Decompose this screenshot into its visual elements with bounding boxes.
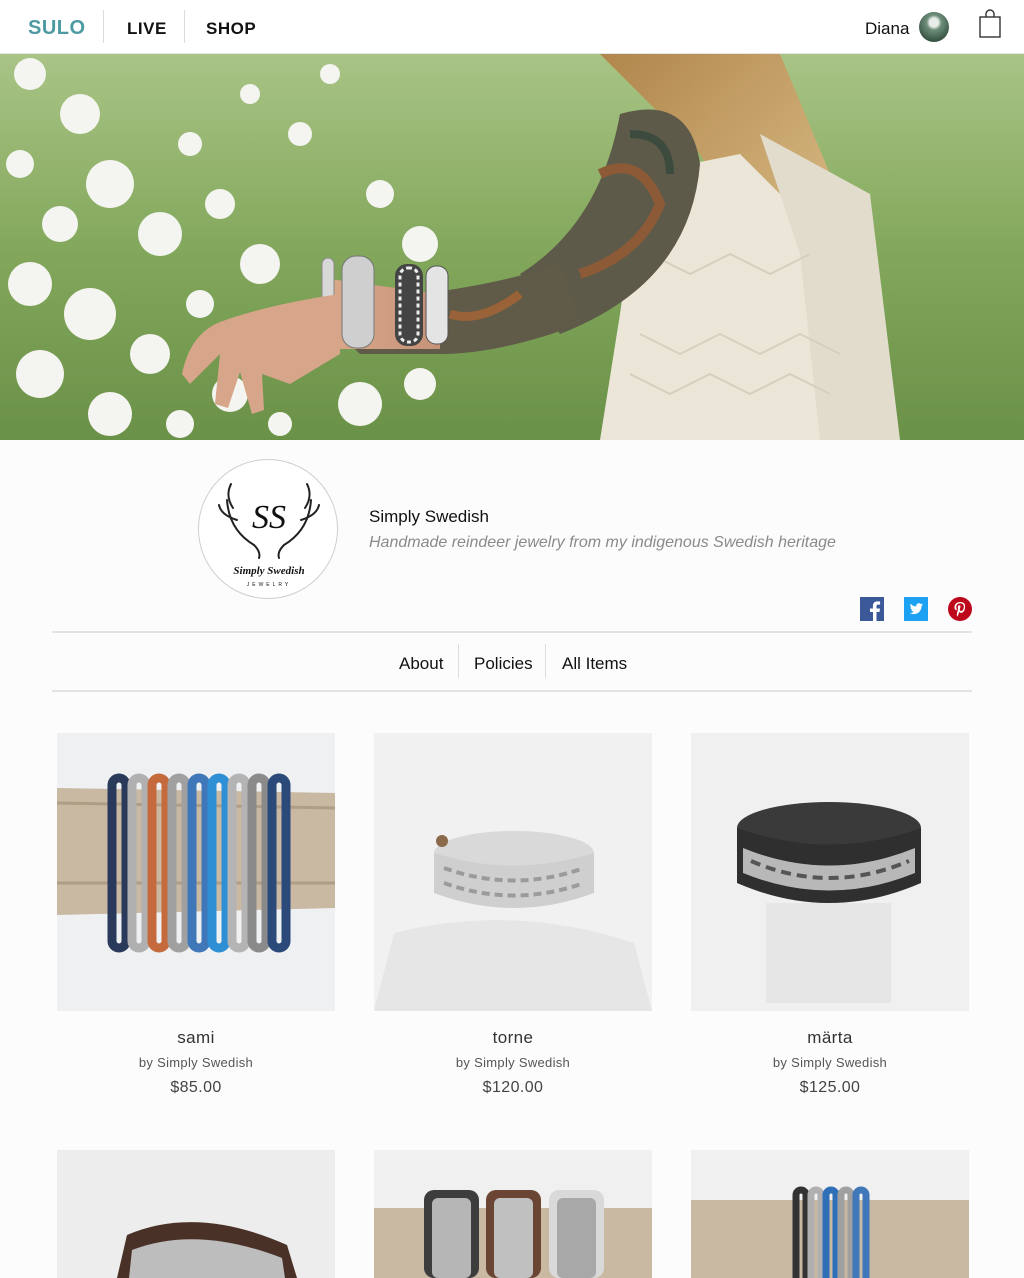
nav-divider (184, 10, 185, 43)
user-avatar[interactable] (919, 12, 949, 42)
logo-subtext: JEWELRY (247, 582, 292, 588)
product-image[interactable] (57, 1150, 335, 1278)
product-image[interactable] (374, 1150, 652, 1278)
divider (52, 690, 972, 692)
tab-policies[interactable]: Policies (474, 654, 533, 674)
nav-live-link[interactable]: LIVE (127, 19, 167, 39)
brand-logo[interactable]: SULO (28, 17, 86, 40)
twitter-icon[interactable] (904, 597, 928, 621)
tab-divider (545, 644, 546, 678)
divider (52, 631, 972, 633)
facebook-icon[interactable] (860, 597, 884, 621)
tab-divider (458, 644, 459, 678)
product-card[interactable] (691, 1150, 969, 1278)
product-card[interactable]: torne by Simply Swedish $120.00 (374, 733, 652, 1097)
logo-text: Simply Swedish (233, 565, 304, 577)
product-image[interactable] (57, 733, 335, 1011)
product-seller: by Simply Swedish (138, 1055, 254, 1070)
shop-logo: SS Simply Swedish JEWELRY (198, 459, 338, 599)
product-image[interactable] (374, 733, 652, 1011)
product-image[interactable] (691, 733, 969, 1011)
product-card[interactable]: märta by Simply Swedish $125.00 (691, 733, 969, 1097)
tab-about[interactable]: About (399, 654, 443, 674)
product-seller: by Simply Swedish (772, 1055, 888, 1070)
product-card[interactable] (374, 1150, 652, 1278)
shop-tagline: Handmade reindeer jewelry from my indige… (369, 534, 836, 551)
product-price: $120.00 (482, 1079, 544, 1096)
pinterest-icon[interactable] (948, 597, 972, 621)
product-name[interactable]: torne (374, 1028, 652, 1048)
product-price: $125.00 (799, 1079, 861, 1096)
product-price: $85.00 (170, 1079, 222, 1096)
top-nav: SULO LIVE SHOP Diana (0, 0, 1024, 54)
shop-tabs: About Policies All Items (0, 644, 1024, 680)
shop-name: Simply Swedish (369, 507, 489, 526)
product-card[interactable]: sami by Simply Swedish $85.00 (57, 733, 335, 1097)
logo-monogram: SS (252, 499, 286, 536)
hero-banner-image (0, 54, 1024, 440)
product-name[interactable]: märta (691, 1028, 969, 1048)
product-image[interactable] (691, 1150, 969, 1278)
product-name[interactable]: sami (57, 1028, 335, 1048)
tab-all-items[interactable]: All Items (562, 654, 627, 674)
shopping-bag-icon[interactable] (978, 9, 1002, 39)
product-card[interactable] (57, 1150, 335, 1278)
nav-divider (103, 10, 104, 43)
product-seller: by Simply Swedish (455, 1055, 571, 1070)
nav-shop-link[interactable]: SHOP (206, 19, 256, 39)
user-name[interactable]: Diana (865, 19, 909, 39)
